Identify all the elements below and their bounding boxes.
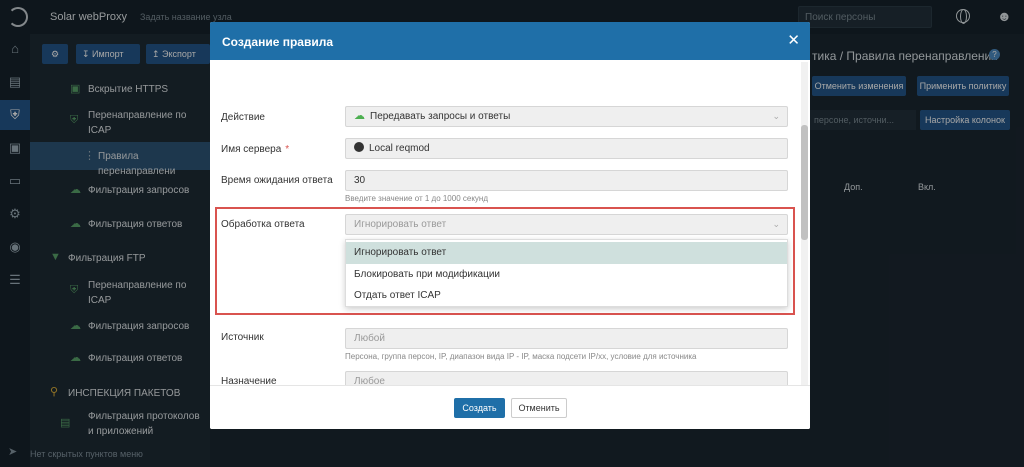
action-label: Действие [221, 112, 265, 123]
source-hint: Персона, группа персон, IP, диапазон вид… [345, 352, 697, 361]
server-icon [354, 142, 364, 152]
create-rule-dialog: Создание правила ✕ Действие ☁ Передавать … [210, 22, 810, 429]
cancel-button[interactable]: Отменить [511, 398, 567, 418]
timeout-hint: Введите значение от 1 до 1000 секунд [345, 194, 489, 203]
dialog-scrollbar[interactable] [801, 62, 808, 385]
option-return-icap-response[interactable]: Отдать ответ ICAP [346, 285, 787, 307]
option-block-on-modification[interactable]: Блокировать при модификации [346, 264, 787, 286]
action-value: Передавать запросы и ответы [370, 111, 511, 122]
required-marker: * [285, 144, 290, 155]
create-button[interactable]: Создать [454, 398, 505, 418]
server-label: Имя сервера * [221, 144, 289, 155]
server-label-text: Имя сервера [221, 144, 282, 155]
source-input[interactable]: Любой [345, 328, 788, 349]
timeout-input[interactable]: 30 [345, 170, 788, 191]
dialog-footer: Создать Отменить [210, 385, 810, 429]
dialog-title: Создание правила [222, 35, 334, 49]
timeout-label: Время ожидания ответа [221, 175, 333, 186]
option-ignore-response[interactable]: Игнорировать ответ [346, 242, 787, 264]
server-value: Local reqmod [369, 143, 430, 154]
chevron-down-icon: ⌄ [772, 111, 780, 121]
dialog-header: Создание правила ✕ [210, 22, 810, 60]
scroll-thumb[interactable] [801, 125, 808, 240]
action-select[interactable]: ☁ Передавать запросы и ответы ⌄ [345, 106, 788, 127]
close-icon[interactable]: ✕ [787, 31, 800, 49]
source-label: Источник [221, 332, 264, 343]
server-select[interactable]: Local reqmod [345, 138, 788, 159]
cloud-icon: ☁ [354, 110, 365, 122]
response-handling-dropdown: Игнорировать ответ Блокировать при модиф… [345, 239, 788, 307]
